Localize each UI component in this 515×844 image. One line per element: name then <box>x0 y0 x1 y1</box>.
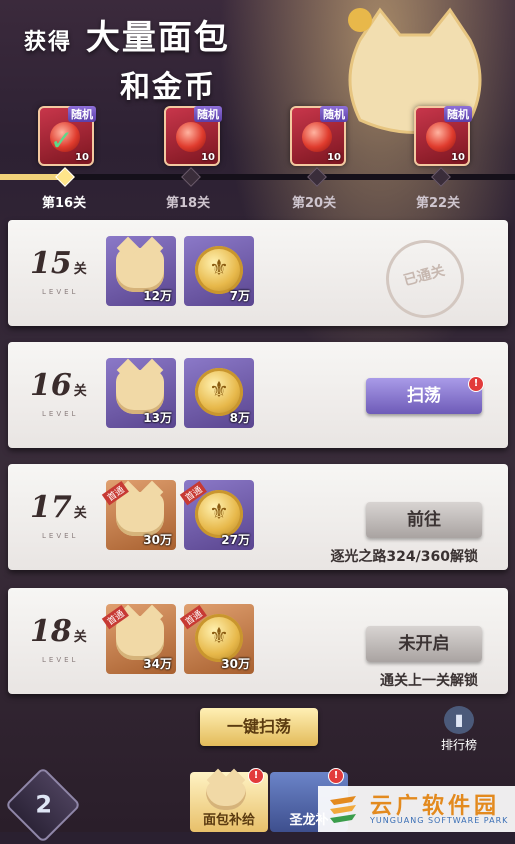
watermark-sub: YUNGUANG SOFTWARE PARK <box>370 816 509 825</box>
reward-count: 10 <box>75 152 89 163</box>
sweep-button[interactable]: 扫荡 <box>366 378 482 414</box>
bread-reward: 13万 <box>106 358 176 428</box>
stage-label: 第20关 <box>292 196 337 211</box>
reward-chest-4[interactable]: 随机 10 <box>414 106 472 166</box>
watermark-logo-icon <box>330 796 356 823</box>
coin-reward: ⚜ 首通 27万 <box>179 480 254 550</box>
gem-icon <box>176 122 206 152</box>
alert-badge: ! <box>248 768 264 784</box>
bread-icon <box>116 248 164 292</box>
gem-icon <box>426 122 456 152</box>
bread-icon <box>116 616 164 660</box>
level-card-17: 17 关 LEVEL 首通 30万 ⚜ 首通 27万 前往 逐光之路324/360解锁 <box>8 464 508 570</box>
title-prefix: 获得 <box>24 30 73 55</box>
reward-count: 10 <box>327 152 341 163</box>
unlock-hint: 逐光之路324/360解锁 <box>330 549 478 565</box>
bread-reward: 首通 30万 <box>101 480 176 550</box>
level-number: 18 关 <box>30 614 87 649</box>
coin-reward: ⚜ 8万 <box>184 358 254 428</box>
check-icon: ✓ <box>50 124 74 157</box>
level-number: 16 关 <box>30 368 87 403</box>
bread-reward: 首通 34万 <box>101 604 176 674</box>
level-number: 15 关 <box>30 246 87 281</box>
unlock-hint: 通关上一关解锁 <box>380 673 478 689</box>
level-card-15: 15 关 LEVEL 12万 ⚜ 7万 已通关 <box>8 220 508 327</box>
locked-button[interactable]: 未开启 <box>366 626 482 662</box>
stage-label: 第18关 <box>166 196 211 211</box>
bread-icon <box>206 780 246 810</box>
bread-icon <box>116 492 164 536</box>
level-sub: LEVEL <box>42 656 79 664</box>
reward-tag: 随机 <box>320 106 348 122</box>
reward-count: 10 <box>201 152 215 163</box>
trophy-icon: ▮ <box>444 706 474 734</box>
goto-button[interactable]: 前往 <box>366 502 482 538</box>
tab-bread-supply[interactable]: ! 面包补给 <box>190 768 268 832</box>
site-watermark: 云广软件园 YUNGUANG SOFTWARE PARK <box>318 786 515 832</box>
level-sub: LEVEL <box>42 288 79 296</box>
reward-chest-3[interactable]: 随机 10 <box>290 106 348 166</box>
cleared-stamp: 已通关 <box>377 231 473 327</box>
bread-icon <box>116 370 164 414</box>
level-card-18: 18 关 LEVEL 首通 34万 ⚜ 首通 30万 未开启 通关上一关解锁 <box>8 588 508 694</box>
coin-reward: ⚜ 首通 30万 <box>179 604 254 674</box>
reward-tag: 随机 <box>68 106 96 122</box>
reward-tag: 随机 <box>194 106 222 122</box>
stage-label: 第16关 <box>42 196 87 211</box>
level-card-16: 16 关 LEVEL 13万 ⚜ 8万 扫荡 ! <box>8 342 508 448</box>
reward-tag: 随机 <box>444 106 472 122</box>
leaderboard-label: 排行榜 <box>440 738 477 752</box>
bread-reward: 12万 <box>106 236 176 306</box>
event-subtitle: 和金币 <box>120 70 216 105</box>
level-sub: LEVEL <box>42 532 79 540</box>
leaderboard-button[interactable]: ▮ 排行榜 <box>434 706 484 753</box>
alert-badge: ! <box>328 768 344 784</box>
tab-label: 面包补给 <box>202 813 255 828</box>
level-sub: LEVEL <box>42 410 79 418</box>
level-number: 17 关 <box>30 490 87 525</box>
stage-label: 第22关 <box>416 196 461 211</box>
reward-chest-2[interactable]: 随机 10 <box>164 106 222 166</box>
alert-badge: ! <box>468 376 484 392</box>
title-main: 大量面包 <box>85 18 230 58</box>
reward-count: 10 <box>451 152 465 163</box>
back-icon: 2 <box>35 790 53 819</box>
one-key-sweep-button[interactable]: 一键扫荡 <box>200 708 318 746</box>
event-title: 获得 大量面包 <box>24 10 230 59</box>
gem-icon <box>302 122 332 152</box>
coin-reward: ⚜ 7万 <box>184 236 254 306</box>
reward-chest-1[interactable]: ✓ 随机 10 <box>38 106 96 166</box>
